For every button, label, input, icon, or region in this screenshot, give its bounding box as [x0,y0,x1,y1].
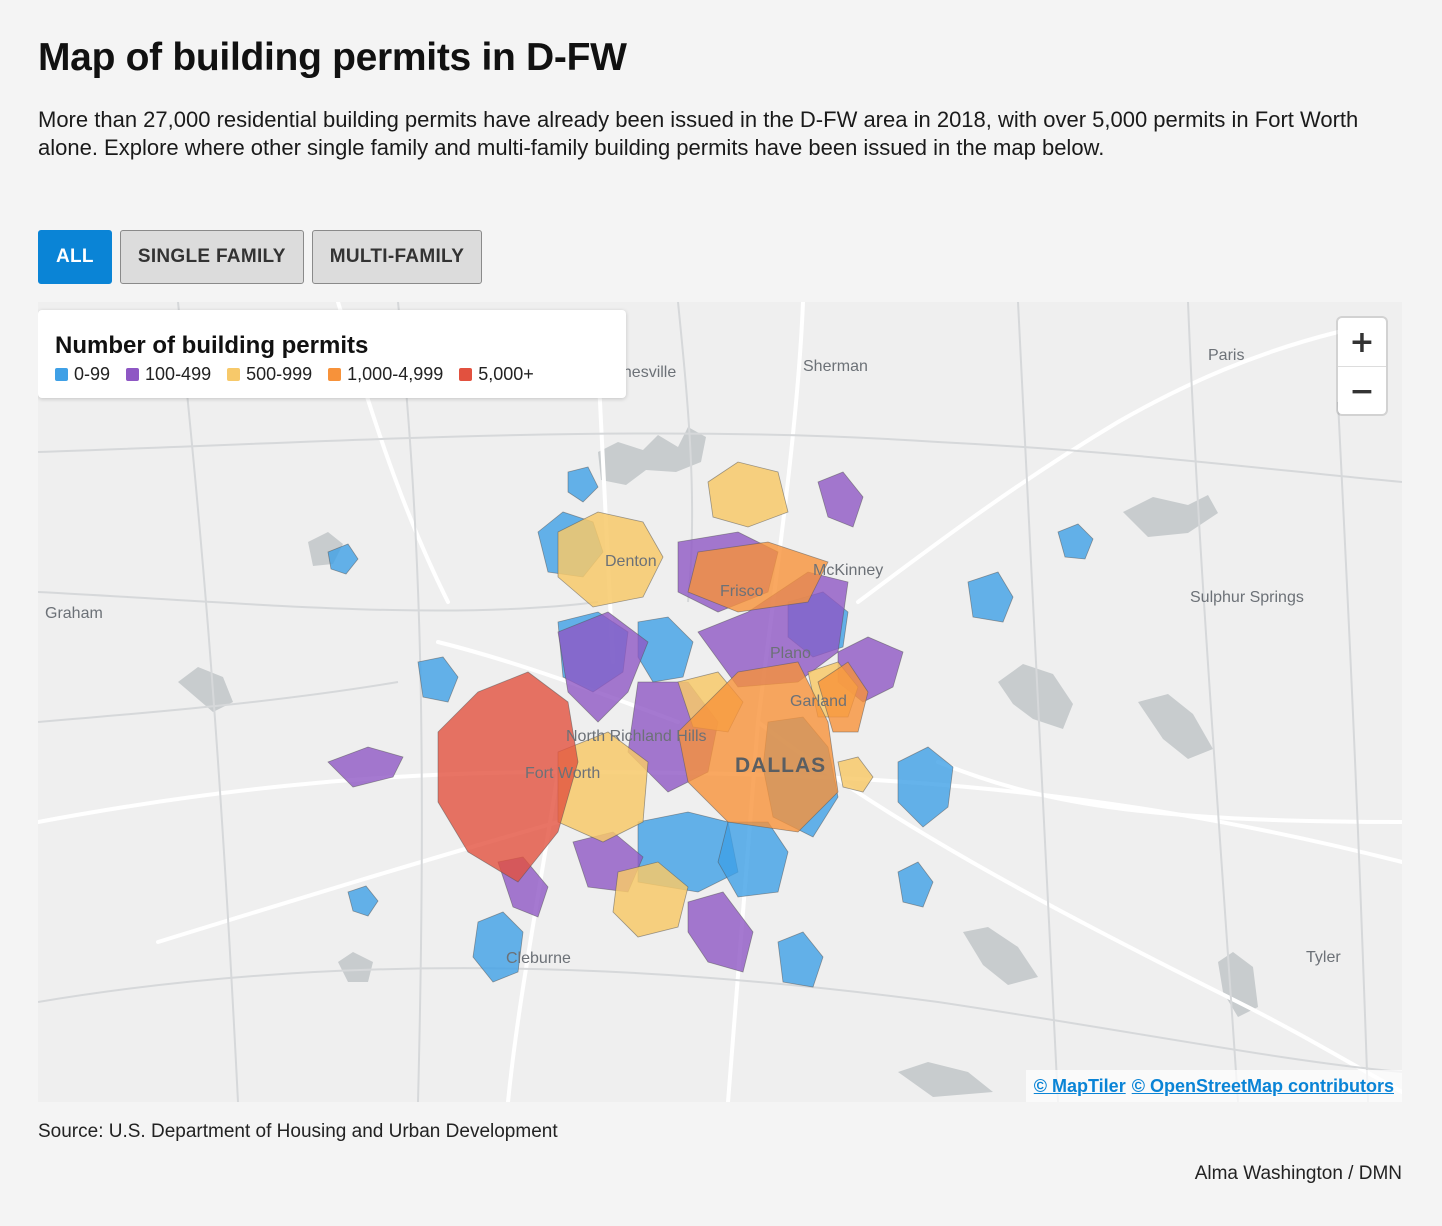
legend-swatch [459,368,473,381]
legend-swatch [55,368,68,381]
permit-map[interactable]: Gainesville Sherman Paris Denton Frisco … [38,302,1402,1102]
label-mckinney: McKinney [813,562,883,579]
label-denton: Denton [605,553,657,570]
label-sherman: Sherman [803,358,868,375]
legend-item: 5,000+ [459,364,534,385]
legend-items: 0-99 100-499 500-999 1,000-4,999 5,000+ [55,364,534,385]
legend-item: 0-99 [55,364,110,385]
label-plano: Plano [770,645,811,662]
label-cleburne: Cleburne [506,950,571,967]
filter-buttons: ALL SINGLE FAMILY MULTI-FAMILY [38,230,483,284]
label-garland: Garland [790,693,847,710]
page-title: Map of building permits in D-FW [38,36,627,79]
legend-label: 1,000-4,999 [347,364,444,384]
label-paris: Paris [1208,347,1244,364]
legend-swatch [328,368,342,381]
osm-link[interactable]: © OpenStreetMap contributors [1132,1076,1394,1097]
map-legend: Number of building permits 0-99 100-499 … [38,310,626,398]
legend-title: Number of building permits [55,332,369,359]
map-canvas[interactable]: Gainesville Sherman Paris Denton Frisco … [38,302,1402,1102]
zoom-in-button[interactable]: + [1338,318,1386,366]
label-sulphur-springs: Sulphur Springs [1190,589,1304,606]
zoom-out-button[interactable]: − [1338,366,1386,415]
filter-all-button[interactable]: ALL [38,230,112,284]
permit-regions [327,461,1094,988]
legend-item: 1,000-4,999 [328,364,443,385]
label-dallas: DALLAS [735,754,826,777]
label-tyler: Tyler [1306,949,1341,966]
label-frisco: Frisco [720,583,764,600]
legend-label: 500-999 [246,364,313,384]
filter-single-family-button[interactable]: SINGLE FAMILY [119,230,304,284]
label-fort-worth: Fort Worth [525,765,600,782]
maptiler-link[interactable]: © MapTiler [1034,1076,1126,1097]
source-note: Source: U.S. Department of Housing and U… [38,1121,558,1142]
filter-multi-family-button[interactable]: MULTI-FAMILY [311,230,483,284]
legend-item: 100-499 [126,364,211,385]
credit-line: Alma Washington / DMN [1194,1163,1402,1184]
legend-item: 500-999 [227,364,312,385]
label-graham: Graham [45,605,103,622]
map-attribution: © MapTiler © OpenStreetMap contributors [1025,1070,1402,1102]
legend-swatch [227,368,241,381]
legend-swatch [126,368,140,381]
legend-label: 0-99 [74,364,111,384]
zoom-control: + − [1338,318,1386,414]
legend-label: 5,000+ [478,364,534,384]
label-north-richland-hills: North Richland Hills [566,728,707,745]
legend-label: 100-499 [145,364,212,384]
description: More than 27,000 residential building pe… [38,107,1359,160]
